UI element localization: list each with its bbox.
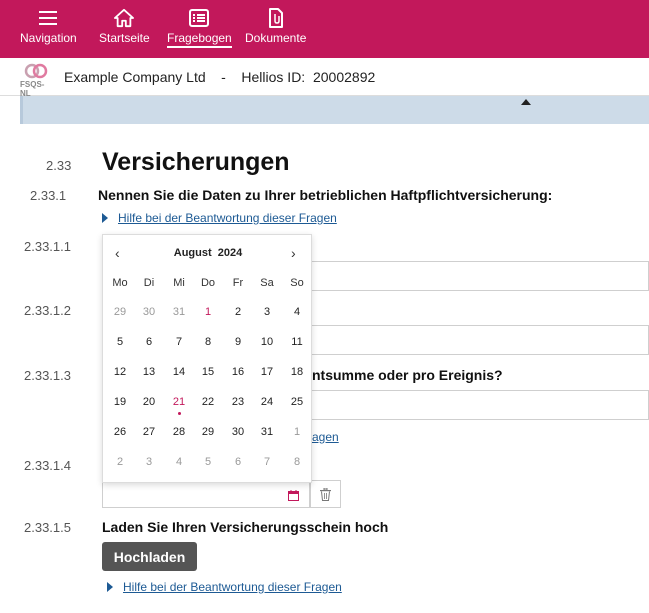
help-link[interactable]: Hilfe bei der Beantwortung dieser Fragen bbox=[102, 211, 337, 225]
weekday-label: Di bbox=[143, 277, 155, 289]
menu-icon bbox=[38, 8, 58, 28]
calendar-day[interactable]: 19 bbox=[105, 396, 135, 408]
calendar-day[interactable]: 25 bbox=[282, 396, 312, 408]
app: Navigation Startseite Fragebogen Dokumen… bbox=[0, 0, 649, 613]
calendar-day[interactable]: 11 bbox=[282, 336, 312, 348]
question-number: 2.33.1.3 bbox=[24, 368, 71, 383]
question-text: ntsumme oder pro Ereignis? bbox=[312, 367, 503, 383]
calendar-day[interactable]: 23 bbox=[223, 396, 253, 408]
calendar-day[interactable]: 5 bbox=[193, 456, 223, 468]
calendar-day[interactable]: 13 bbox=[134, 366, 164, 378]
question-number: 2.33.1.2 bbox=[24, 303, 71, 318]
help-link-text[interactable]: agen bbox=[312, 430, 339, 444]
calendar-day[interactable]: 28 bbox=[164, 426, 194, 438]
next-month-button[interactable]: › bbox=[291, 245, 296, 261]
calendar-day[interactable]: 3 bbox=[134, 456, 164, 468]
calendar-day[interactable]: 24 bbox=[252, 396, 282, 408]
question-text: Nennen Sie die Daten zu Ihrer betrieblic… bbox=[98, 187, 553, 203]
calendar-day[interactable]: 2 bbox=[223, 306, 253, 318]
caret-right-icon bbox=[102, 213, 108, 223]
upload-button[interactable]: Hochladen bbox=[102, 542, 197, 571]
calendar-day[interactable]: 1 bbox=[193, 306, 223, 318]
month-label[interactable]: August 2024 bbox=[103, 247, 313, 259]
calendar-day[interactable]: 27 bbox=[134, 426, 164, 438]
nav-startseite[interactable]: Startseite bbox=[99, 8, 150, 45]
calendar-day[interactable]: 7 bbox=[164, 336, 194, 348]
calendar-day[interactable]: 2 bbox=[105, 456, 135, 468]
questionnaire-icon bbox=[189, 8, 210, 28]
nav-label: Dokumente bbox=[245, 31, 307, 45]
nav-fragebogen[interactable]: Fragebogen bbox=[167, 8, 232, 48]
calendar-day[interactable]: 22 bbox=[193, 396, 223, 408]
date-picker: ‹ August 2024 › Mo Di Mi Do Fr Sa So 29 30 31 1 2 3 4… bbox=[102, 234, 312, 483]
company-bar: FSQS-NL Example Company Ltd - Hellios ID… bbox=[0, 58, 649, 98]
answer-input[interactable] bbox=[300, 325, 649, 355]
help-link-text: Hilfe bei der Beantwortung dieser Fragen bbox=[118, 211, 337, 225]
question-text: Laden Sie Ihren Versicherungsschein hoch bbox=[102, 519, 389, 535]
calendar-day[interactable]: 9 bbox=[223, 336, 253, 348]
trash-icon bbox=[320, 487, 331, 501]
date-input[interactable] bbox=[102, 480, 310, 508]
nav-navigation[interactable]: Navigation bbox=[20, 8, 77, 45]
weekday-label: Sa bbox=[260, 277, 274, 289]
calendar-day[interactable]: 17 bbox=[252, 366, 282, 378]
section-nav-strip[interactable] bbox=[20, 96, 649, 124]
calendar-day[interactable]: 29 bbox=[105, 306, 135, 318]
calendar-day[interactable]: 1 bbox=[282, 426, 312, 438]
documents-icon bbox=[266, 8, 286, 28]
company-info: Example Company Ltd - Hellios ID: 200028… bbox=[64, 69, 376, 85]
nav-dokumente[interactable]: Dokumente bbox=[245, 8, 306, 45]
answer-input[interactable] bbox=[300, 261, 649, 291]
section-number: 2.33 bbox=[46, 158, 72, 173]
calendar-day[interactable]: 14 bbox=[164, 366, 194, 378]
calendar-day[interactable]: 31 bbox=[164, 306, 194, 318]
nav-label: Navigation bbox=[20, 31, 77, 45]
calendar-day[interactable]: 26 bbox=[105, 426, 135, 438]
weekday-label: Mo bbox=[112, 277, 128, 289]
nav-label: Fragebogen bbox=[167, 31, 232, 48]
nav-label: Startseite bbox=[99, 31, 150, 45]
weekday-label: Do bbox=[200, 277, 216, 289]
company-logo: FSQS-NL bbox=[20, 63, 54, 98]
calendar-day[interactable]: 31 bbox=[252, 426, 282, 438]
calendar-day[interactable]: 20 bbox=[134, 396, 164, 408]
help-link-text: Hilfe bei der Beantwortung dieser Fragen bbox=[123, 580, 342, 594]
top-nav: Navigation Startseite Fragebogen Dokumen… bbox=[0, 0, 649, 58]
calendar-day[interactable]: 7 bbox=[252, 456, 282, 468]
caret-right-icon bbox=[107, 582, 113, 592]
question-number: 2.33.1.5 bbox=[24, 520, 71, 535]
weekday-label: So bbox=[290, 277, 304, 289]
delete-button[interactable] bbox=[310, 480, 341, 508]
weekday-label: Fr bbox=[232, 277, 244, 289]
calendar-day[interactable]: 3 bbox=[252, 306, 282, 318]
answer-input[interactable] bbox=[300, 390, 649, 420]
caret-up-icon bbox=[521, 99, 531, 105]
calendar-day[interactable]: 6 bbox=[134, 336, 164, 348]
question-number: 2.33.1.4 bbox=[24, 458, 71, 473]
calendar-day[interactable]: 30 bbox=[223, 426, 253, 438]
calendar-day[interactable]: 30 bbox=[134, 306, 164, 318]
calendar-day[interactable]: 15 bbox=[193, 366, 223, 378]
calendar-icon[interactable] bbox=[288, 488, 299, 506]
calendar-day[interactable]: 8 bbox=[282, 456, 312, 468]
calendar-day[interactable]: 10 bbox=[252, 336, 282, 348]
calendar-day[interactable]: 8 bbox=[193, 336, 223, 348]
calendar-day[interactable]: 16 bbox=[223, 366, 253, 378]
home-icon bbox=[114, 8, 135, 28]
calendar-day[interactable]: 29 bbox=[193, 426, 223, 438]
calendar-day[interactable]: 4 bbox=[164, 456, 194, 468]
calendar-day[interactable]: 5 bbox=[105, 336, 135, 348]
calendar-day[interactable]: 4 bbox=[282, 306, 312, 318]
calendar-day[interactable]: 21 bbox=[164, 396, 194, 415]
weekday-label: Mi bbox=[173, 277, 185, 289]
help-link[interactable]: Hilfe bei der Beantwortung dieser Fragen bbox=[107, 580, 342, 594]
calendar-day[interactable]: 6 bbox=[223, 456, 253, 468]
question-number: 2.33.1.1 bbox=[24, 239, 71, 254]
question-number: 2.33.1 bbox=[30, 188, 67, 203]
calendar-day[interactable]: 18 bbox=[282, 366, 312, 378]
section-title: Versicherungen bbox=[102, 148, 290, 176]
calendar-day[interactable]: 12 bbox=[105, 366, 135, 378]
